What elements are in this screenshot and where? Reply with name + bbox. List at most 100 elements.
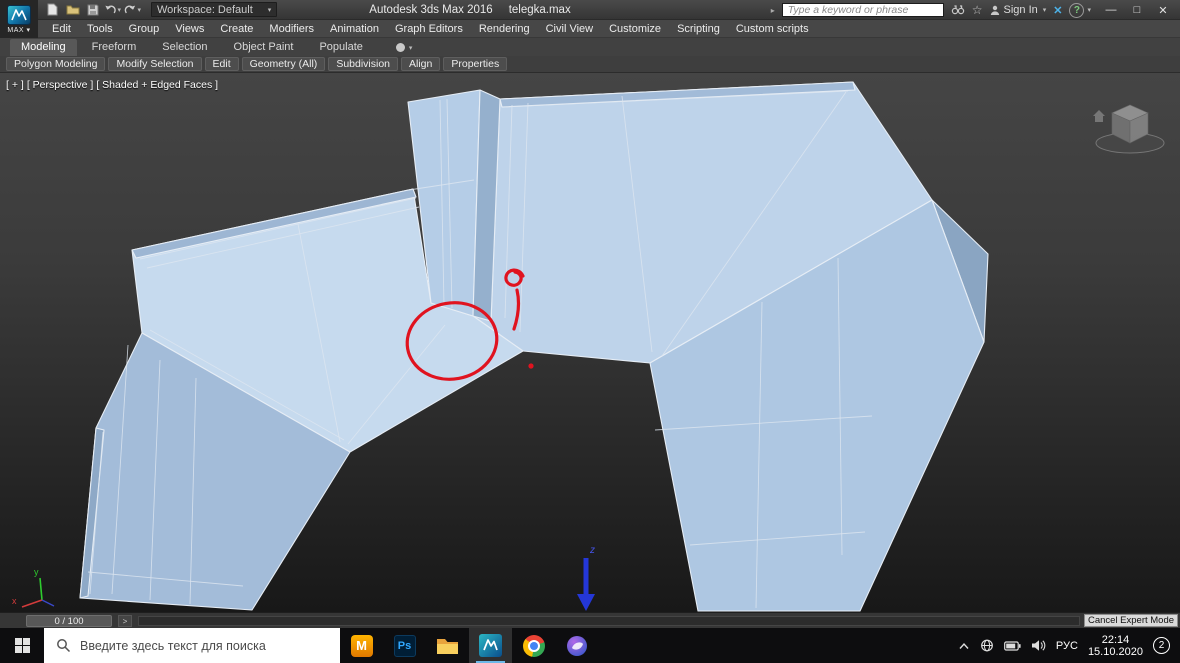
viewport-menu-view[interactable]: [ Perspective ] <box>27 79 94 91</box>
network-icon[interactable] <box>980 639 994 652</box>
menu-modifiers[interactable]: Modifiers <box>261 20 322 38</box>
window-controls: — □ ✕ <box>1098 0 1176 20</box>
help-menu[interactable]: ? ▾ <box>1069 2 1091 18</box>
app-button-label: MAX ▾ <box>7 26 31 34</box>
battery-icon[interactable] <box>1004 640 1021 651</box>
3dsmax-taskbar-icon <box>479 634 502 657</box>
panel-properties[interactable]: Properties <box>443 57 508 71</box>
model-telegka[interactable] <box>79 81 989 612</box>
time-slider-track[interactable] <box>138 616 1080 626</box>
panel-subdivision[interactable]: Subdivision <box>328 57 399 71</box>
menu-edit[interactable]: Edit <box>44 20 79 38</box>
close-button[interactable]: ✕ <box>1150 0 1176 20</box>
menu-tools[interactable]: Tools <box>79 20 121 38</box>
menu-group[interactable]: Group <box>121 20 168 38</box>
cancel-expert-mode-button[interactable]: Cancel Expert Mode <box>1084 614 1178 627</box>
menu-scripting[interactable]: Scripting <box>669 20 728 38</box>
panel-geometry-all[interactable]: Geometry (All) <box>241 57 326 71</box>
a360-community-icon[interactable]: ✕ <box>1053 4 1062 17</box>
notification-badge[interactable]: 2 <box>1153 637 1170 654</box>
panel-edit[interactable]: Edit <box>204 57 239 71</box>
viewport[interactable]: [ + ] [ Perspective ] [ Shaded + Edged F… <box>0 73 1180 612</box>
taskbar-mail-app[interactable]: M <box>340 628 383 663</box>
document-name: telegka.max <box>508 4 571 16</box>
tab-object-paint[interactable]: Object Paint <box>223 39 305 56</box>
search-icon <box>57 639 71 653</box>
tab-freeform[interactable]: Freeform <box>81 39 148 56</box>
menu-customize[interactable]: Customize <box>601 20 669 38</box>
tab-selection[interactable]: Selection <box>151 39 218 56</box>
annotation-dot <box>528 363 534 369</box>
viewport-canvas[interactable]: y x z <box>0 73 1180 612</box>
mail-app-icon: M <box>350 634 373 657</box>
favorites-star-icon[interactable]: ☆ <box>972 3 983 17</box>
undo-caret-icon[interactable]: ▾ <box>117 6 121 14</box>
workspace-label: Workspace: Default <box>157 3 253 16</box>
speaker-icon[interactable] <box>1031 639 1046 652</box>
home-icon[interactable] <box>1093 110 1105 122</box>
sign-in-button[interactable]: Sign In ▾ <box>990 4 1047 16</box>
start-button[interactable] <box>0 628 44 663</box>
quick-access-toolbar: ▾ ▾ <box>44 2 141 17</box>
taskbar-media-app[interactable] <box>555 628 598 663</box>
save-icon[interactable] <box>84 2 101 17</box>
redo-icon[interactable]: ▾ <box>124 2 141 17</box>
user-icon <box>990 5 999 15</box>
menu-bar: Edit Tools Group Views Create Modifiers … <box>0 20 1180 38</box>
window-title: Autodesk 3ds Max 2016 telegka.max <box>250 0 690 20</box>
3dsmax-logo-icon <box>7 4 31 25</box>
tab-modeling[interactable]: Modeling <box>10 39 77 56</box>
maximize-button[interactable]: □ <box>1124 0 1150 20</box>
system-tray: РУС 22:14 15.10.2020 2 <box>958 634 1180 658</box>
menu-animation[interactable]: Animation <box>322 20 387 38</box>
taskbar-search[interactable] <box>44 628 340 663</box>
undo-icon[interactable]: ▾ <box>104 2 121 17</box>
menu-civil-view[interactable]: Civil View <box>538 20 601 38</box>
menu-custom-scripts[interactable]: Custom scripts <box>728 20 817 38</box>
panel-modify-selection[interactable]: Modify Selection <box>108 57 202 71</box>
infocenter: ▸ ☆ Sign In ▾ ✕ ? ▾ — □ ✕ <box>771 0 1180 20</box>
language-indicator[interactable]: РУС <box>1056 640 1078 652</box>
search-binoculars-icon[interactable] <box>951 3 965 18</box>
panel-polygon-modeling[interactable]: Polygon Modeling <box>6 57 106 71</box>
view-cube[interactable] <box>1093 104 1165 154</box>
time-slider-thumb[interactable]: 0 / 100 <box>26 615 112 627</box>
taskbar-search-input[interactable] <box>80 638 320 653</box>
world-axis-gizmo: y x <box>12 567 55 608</box>
sign-in-caret-icon: ▾ <box>1042 7 1047 14</box>
panel-align[interactable]: Align <box>401 57 441 71</box>
open-file-icon[interactable] <box>64 2 81 17</box>
ribbon-panel-bar: Polygon Modeling Modify Selection Edit G… <box>0 56 1180 73</box>
new-file-icon[interactable] <box>44 2 61 17</box>
infocenter-collapse-icon[interactable]: ▸ <box>771 6 775 15</box>
gizmo-z-arrow[interactable]: z <box>577 545 595 611</box>
tab-populate[interactable]: Populate <box>308 39 373 56</box>
3dsmax-app-button[interactable]: MAX ▾ <box>0 0 38 38</box>
menu-rendering[interactable]: Rendering <box>471 20 538 38</box>
taskbar-3dsmax-app[interactable] <box>469 628 512 663</box>
tray-expand-icon[interactable] <box>958 642 970 650</box>
photoshop-icon: Ps <box>393 634 416 657</box>
help-icon: ? <box>1069 2 1085 18</box>
menu-views[interactable]: Views <box>167 20 212 38</box>
taskbar-photoshop-app[interactable]: Ps <box>383 628 426 663</box>
minimize-button[interactable]: — <box>1098 0 1124 20</box>
taskbar-clock[interactable]: 22:14 15.10.2020 <box>1088 634 1143 658</box>
menu-create[interactable]: Create <box>212 20 261 38</box>
file-explorer-icon <box>437 639 458 654</box>
taskbar-file-explorer[interactable] <box>426 628 469 663</box>
menu-graph-editors[interactable]: Graph Editors <box>387 20 471 38</box>
keyword-search-input[interactable] <box>781 3 944 17</box>
taskbar-chrome-app[interactable] <box>512 628 555 663</box>
ribbon-display-toggle[interactable]: ▾ <box>395 39 412 56</box>
gizmo-z-label: z <box>589 545 595 556</box>
viewport-menu-shading[interactable]: [ Shaded + Edged Faces ] <box>96 79 218 91</box>
viewport-menu-plus[interactable]: [ + ] <box>6 79 24 91</box>
chrome-icon <box>522 634 545 657</box>
title-bar: ▾ ▾ Workspace: Default ▾ Autodesk 3ds Ma… <box>0 0 1180 20</box>
app-title: Autodesk 3ds Max 2016 <box>369 4 493 16</box>
clock-time: 22:14 <box>1101 633 1130 646</box>
redo-caret-icon[interactable]: ▾ <box>137 6 141 14</box>
windows-taskbar: M Ps <box>0 628 1180 663</box>
next-frame-button[interactable]: > <box>118 615 132 627</box>
